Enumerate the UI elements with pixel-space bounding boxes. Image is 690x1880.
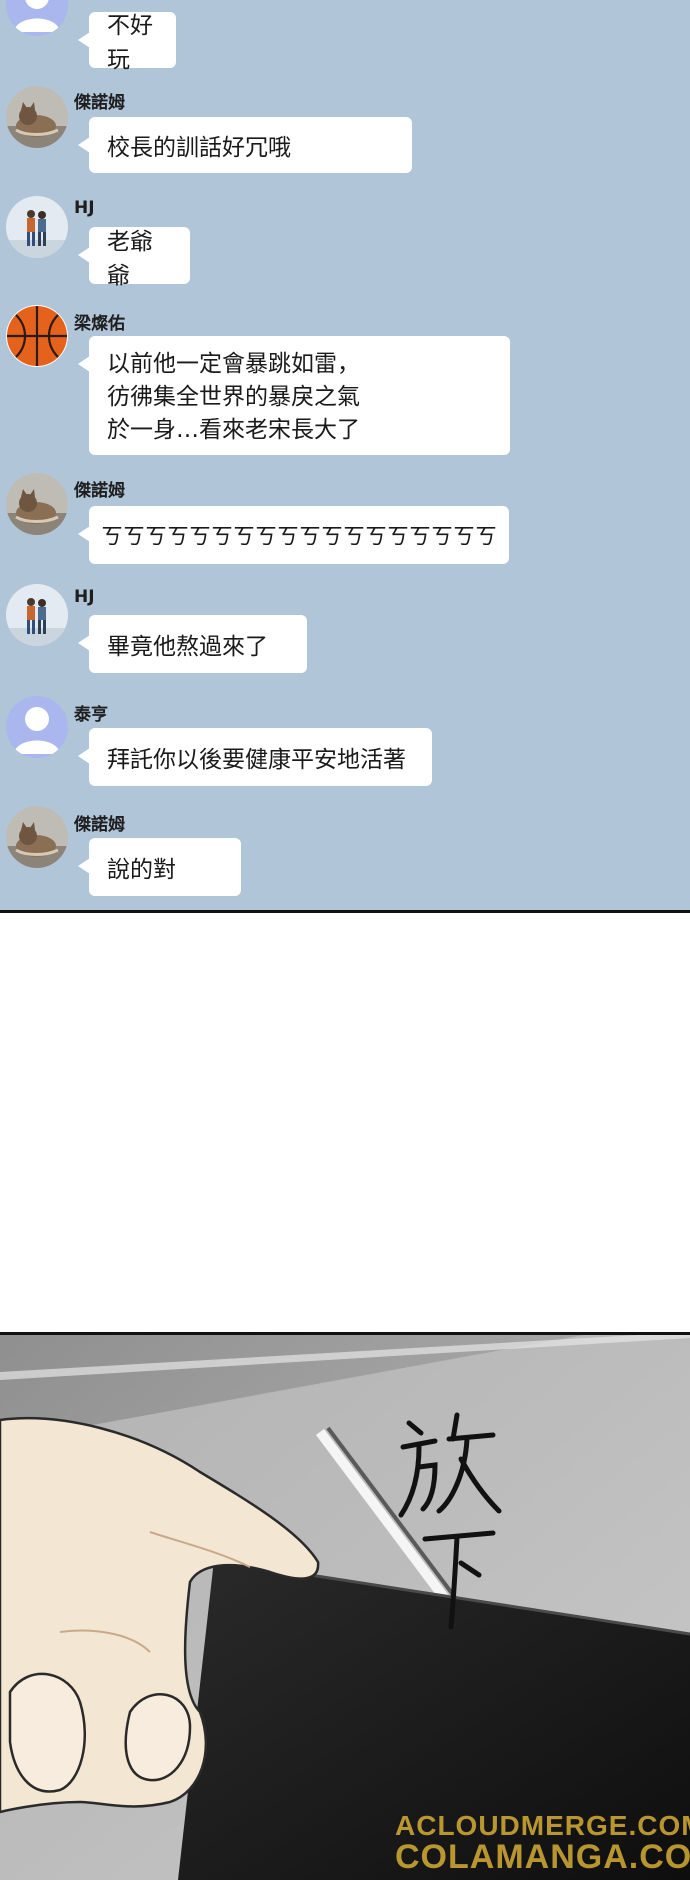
message-text-line: 以前他一定會暴跳如雷， <box>107 351 360 377</box>
cat-avatar[interactable] <box>6 806 68 868</box>
sender-name: 傑諾姆 <box>74 815 125 835</box>
chat-bubble: 老爺爺 <box>78 227 190 289</box>
panel-border <box>0 1332 690 1335</box>
default-user-icon[interactable] <box>6 0 68 36</box>
panel-border <box>0 910 690 913</box>
sound-effect-放下 <box>395 1405 505 1635</box>
message-text: 校長的訓話好冗哦 <box>107 135 291 161</box>
chat-panel: 不好玩 傑諾姆 校長的訓話好冗哦 HJ 老爺爺 梁燦佑 以前他一定會暴跳如雷， … <box>0 0 690 910</box>
chat-bubble: 畢竟他熬過來了 <box>78 615 307 673</box>
hand-placing-phone-illustration <box>0 1332 690 1880</box>
basketball-avatar[interactable] <box>6 305 68 367</box>
sender-name: 梁燦佑 <box>74 314 125 334</box>
chat-bubble: ㄎㄎㄎㄎㄎㄎㄎㄎㄎㄎㄎㄎㄎㄎㄎㄎㄎㄎ <box>78 506 509 564</box>
sender-name: 泰亨 <box>74 705 108 725</box>
chat-bubble: 不好玩 <box>78 12 176 73</box>
chat-bubble: 拜託你以後要健康平安地活著 <box>78 728 432 786</box>
sender-name: HJ <box>74 198 95 218</box>
sender-name: 傑諾姆 <box>74 481 125 501</box>
chat-bubble: 說的對 <box>78 838 241 896</box>
sender-name: 傑諾姆 <box>74 93 125 113</box>
message-text: ㄎㄎㄎㄎㄎㄎㄎㄎㄎㄎㄎㄎㄎㄎㄎㄎㄎㄎ <box>101 525 498 550</box>
cat-avatar[interactable] <box>6 86 68 148</box>
message-text-line: 於一身…看來老宋長大了 <box>107 417 360 443</box>
watermark-line2: COLAMANGA.COM <box>395 1838 690 1876</box>
message-text: 老爺爺 <box>107 228 153 289</box>
chat-bubble: 以前他一定會暴跳如雷， 彷彿集全世界的暴戾之氣 於一身…看來老宋長大了 <box>78 336 510 455</box>
message-text: 不好玩 <box>107 13 153 73</box>
default-user-icon[interactable] <box>6 696 68 758</box>
message-text: 畢竟他熬過來了 <box>107 634 268 660</box>
sender-name: HJ <box>74 587 95 607</box>
message-text: 拜託你以後要健康平安地活著 <box>107 747 406 773</box>
scene-panel <box>0 1332 690 1880</box>
message-text: 說的對 <box>107 857 176 883</box>
couple-avatar[interactable] <box>6 584 68 646</box>
couple-avatar[interactable] <box>6 196 68 258</box>
cat-avatar[interactable] <box>6 473 68 535</box>
message-text-line: 彷彿集全世界的暴戾之氣 <box>107 384 360 410</box>
chat-bubble: 校長的訓話好冗哦 <box>78 117 412 173</box>
